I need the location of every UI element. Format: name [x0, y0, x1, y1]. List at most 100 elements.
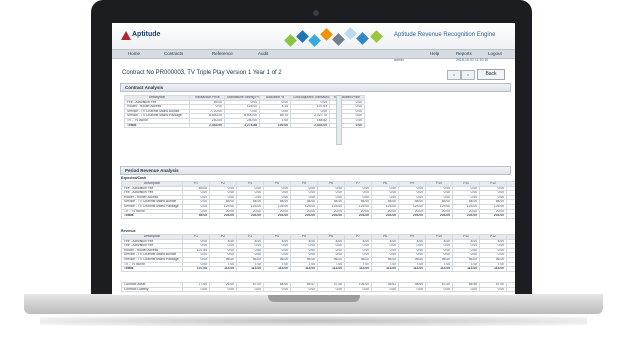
row-value: 2,443.00 — [189, 122, 225, 129]
row-description: Contract Liability — [121, 286, 183, 293]
column-header[interactable]: Reallocated Price — [329, 95, 365, 101]
camera-dot — [313, 10, 319, 16]
column-header[interactable]: Standalone Selling Price — [224, 95, 260, 101]
row-value: 0.00 — [263, 286, 291, 293]
row-description: Service - TV Channel Mains Bundle — [121, 252, 183, 258]
current-date: 2015-10-01 11:10:10 — [456, 58, 489, 62]
contract-analysis-scrollbar[interactable] — [336, 95, 342, 145]
row-value: 2,443.00 — [506, 213, 515, 219]
contract-analysis-header: Contract Analysis — [120, 83, 511, 92]
row-value: 113.00 — [317, 266, 345, 272]
laptop-base-notch — [268, 294, 360, 302]
row-value: 0.00 — [236, 286, 264, 293]
period-analysis-title: Period Revenue Analysis — [125, 168, 179, 173]
row-value: 113.00 — [371, 266, 399, 272]
nav-logout[interactable]: Logout — [488, 51, 502, 56]
row-value: 0.00 — [398, 286, 426, 293]
row-value: 203.00 — [425, 213, 453, 219]
row-value: 113.00 — [479, 266, 507, 272]
header-cube — [356, 32, 369, 45]
logo-text: Aptitude — [132, 31, 161, 38]
row-description: Totals — [121, 213, 183, 219]
row-value: 2,443.00 — [506, 266, 515, 272]
expected-cash-label: Expected/Cash — [121, 176, 147, 180]
row-description: Service - TV Channel Mains Package — [121, 257, 183, 263]
row-value: 203.00 — [263, 213, 291, 219]
row-value: 0.00 — [290, 286, 318, 293]
row-value: 203.00 — [290, 213, 318, 219]
app-screen: Aptitude Aptitude Revenue Recognition En… — [112, 23, 515, 295]
row-value: 203.00 — [209, 213, 237, 219]
row-description: Totals — [121, 266, 183, 272]
row-description: Totals — [124, 122, 190, 129]
next-page-button[interactable]: > — [461, 70, 475, 80]
row-value: 113.00 — [290, 266, 318, 272]
row-value: 113.00 — [209, 266, 237, 272]
row-value: 89.00 — [182, 213, 210, 219]
column-header[interactable]: Transaction Price — [189, 95, 225, 101]
row-value: 2,443.00 — [290, 122, 330, 129]
row-value: 203.00 — [479, 213, 507, 219]
period-analysis-header: Period Revenue Analysis — [120, 166, 511, 175]
row-value: 3,274.88 — [224, 122, 260, 129]
header-cube — [332, 33, 345, 46]
laptop-shadow — [40, 316, 587, 326]
revenue-row: Totals 107.64 113.00 113.00 113.00 113.00 113.… — [121, 266, 515, 272]
row-value: 113.00 — [425, 266, 453, 272]
row-value: 0.00 — [452, 286, 480, 293]
balance-row: Contract Liability 0.00 0.00 0.00 0.00 0.00 0.… — [121, 286, 515, 293]
row-value: 113.00 — [344, 266, 372, 272]
nav-home[interactable]: Home — [128, 51, 140, 56]
nav-reports[interactable]: Reports — [456, 51, 472, 56]
nav-audit[interactable]: Audit — [258, 51, 268, 56]
row-value: 203.00 — [317, 213, 345, 219]
expected-cash-table: DescriptionP1P2P3P4P5P6P7P8P9P10P11P12To… — [121, 181, 515, 219]
row-value: 113.00 — [452, 266, 480, 272]
row-value: 100.00 — [259, 122, 291, 129]
balance-table: Contract Asset 17.64 26.00 57.00 64.00 95.57 9… — [121, 282, 515, 293]
header-cube — [308, 34, 321, 47]
row-value: 203.00 — [398, 213, 426, 219]
row-value: 0.00 — [182, 286, 210, 293]
prev-page-button[interactable]: < — [447, 70, 461, 80]
row-description: Service - TV Channel Mains Bundle — [121, 199, 183, 205]
revenue-table: DescriptionP1P2P3P4P5P6P7P8P9P10P11P12To… — [121, 234, 515, 272]
revenue-label: Revenue — [121, 229, 136, 233]
row-description: Service - TV Channel Mains Package — [124, 113, 190, 119]
user-bar: admin 2015-10-01 11:10:10 — [112, 58, 515, 64]
app-header: Aptitude Aptitude Revenue Recognition En… — [112, 23, 515, 49]
nav-contracts[interactable]: Contracts — [164, 51, 183, 56]
row-value: 203.00 — [452, 213, 480, 219]
app-title: Aptitude Revenue Recognition Engine — [394, 32, 496, 38]
row-value: 0.00 — [344, 286, 372, 293]
row-value: 0.00 — [209, 286, 237, 293]
row-value: 203.00 — [344, 213, 372, 219]
row-value: 0.00 — [371, 286, 399, 293]
header-cube — [296, 30, 309, 43]
row-value: 0.00 — [317, 286, 345, 293]
row-value: 203.00 — [371, 213, 399, 219]
row-description: Service - TV Channel Mains Package — [121, 204, 183, 210]
header-cube-graphic — [282, 26, 392, 50]
current-user: admin — [394, 58, 404, 62]
aptitude-logo-icon — [121, 31, 131, 40]
row-value: 113.00 — [236, 266, 264, 272]
contract-analysis-table: Description Transaction Price Standalone S… — [124, 95, 365, 129]
row-value: 113.00 — [263, 266, 291, 272]
column-header[interactable]: Cost/Adjusted Transaction Price — [290, 95, 330, 101]
row-value: 113.00 — [398, 266, 426, 272]
back-button[interactable]: Back — [477, 69, 505, 80]
row-value: 0.00 — [425, 286, 453, 293]
row-value: 0.00 — [329, 122, 365, 129]
nav-reference[interactable]: Reference — [212, 51, 233, 56]
row-value: 107.64 — [182, 266, 210, 272]
contract-row: Totals 2,443.00 3,274.88 100.00 2,443.00 0.00 — [124, 122, 365, 129]
header-cube — [370, 30, 383, 43]
row-value: 203.00 — [236, 213, 264, 219]
table-header-row: Description Transaction Price Standalone S… — [124, 95, 365, 101]
contract-title: Contract No PR000003, TV Triple Play Ver… — [122, 70, 282, 76]
nav-help[interactable]: Help — [430, 51, 439, 56]
row-value: 0.00 — [479, 286, 507, 293]
row-value — [506, 286, 515, 293]
expected-row: Totals 89.00 203.00 203.00 203.00 203.00 203.0… — [121, 213, 515, 219]
